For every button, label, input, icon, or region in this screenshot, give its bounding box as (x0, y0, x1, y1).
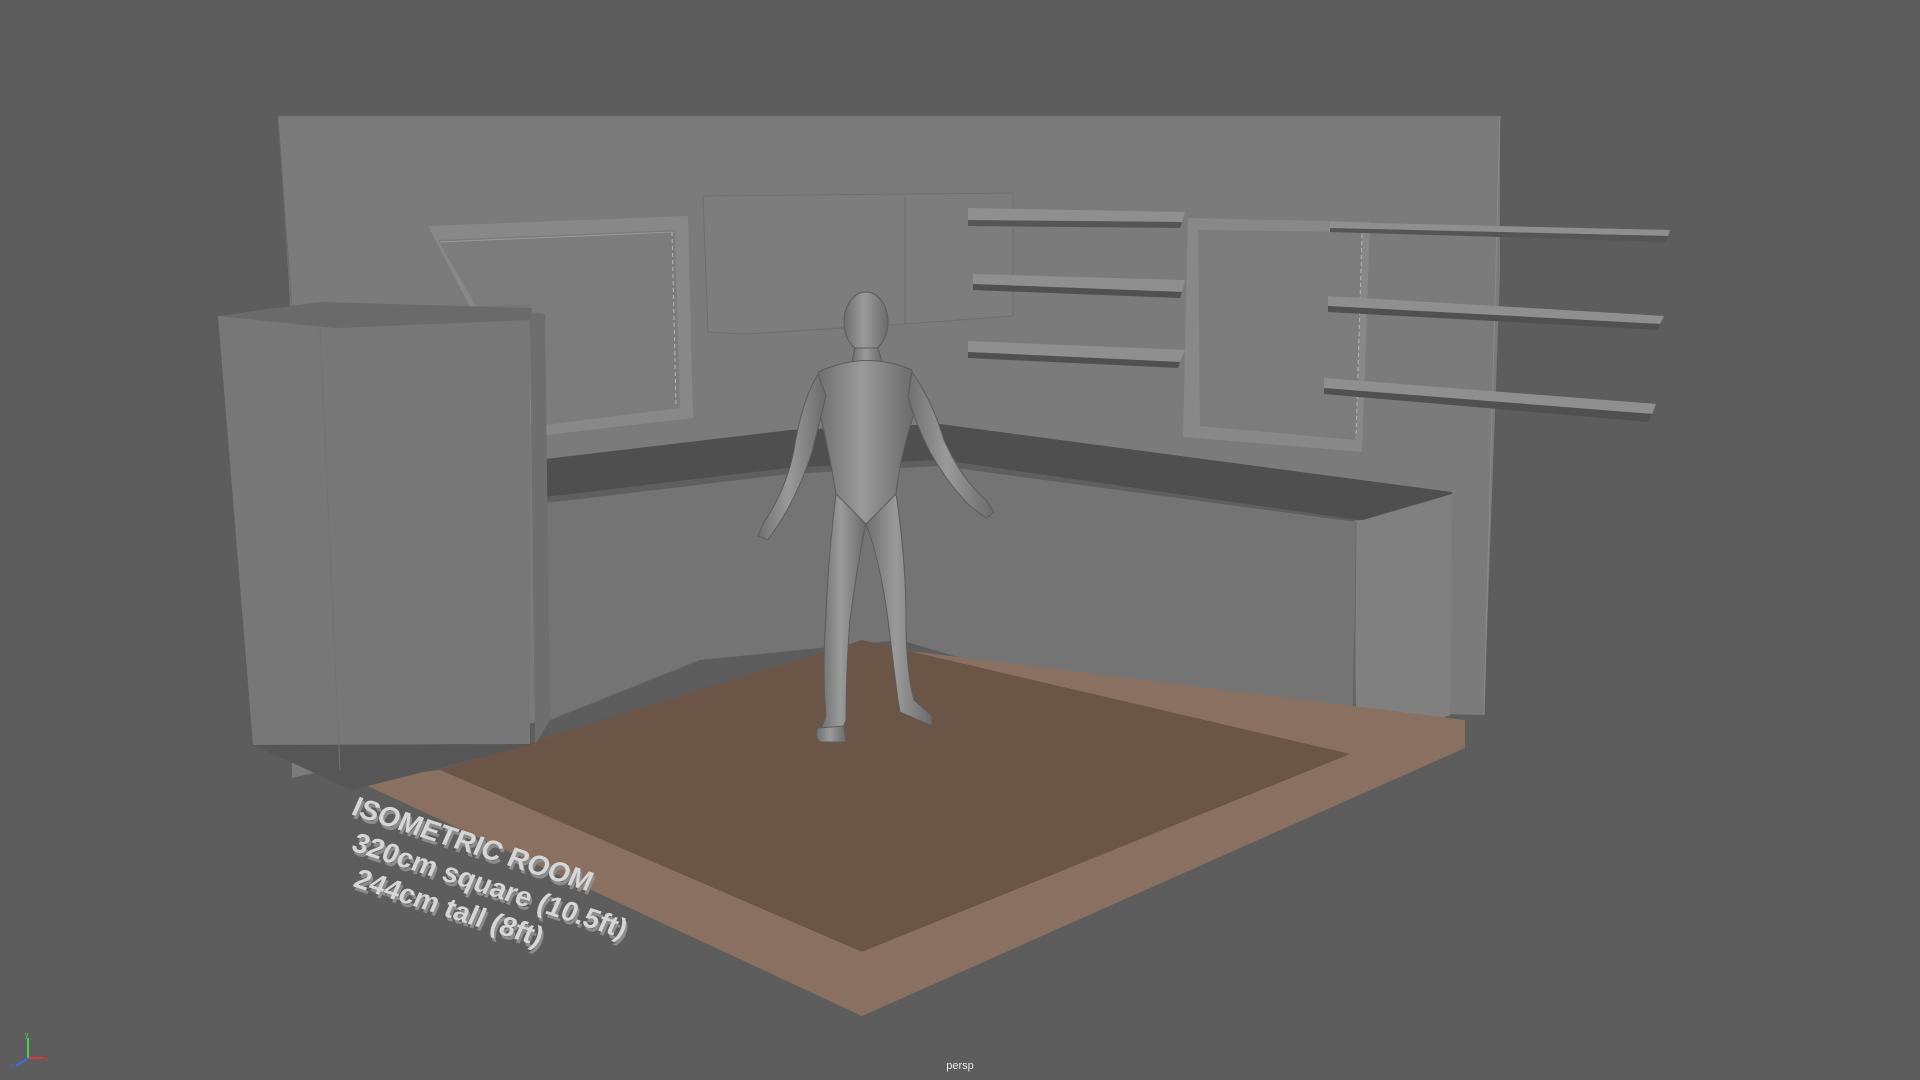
maya-perspective-viewport[interactable]: ISOMETRIC ROOM ISOMETRIC ROOM 320cm squa… (0, 0, 1920, 1080)
right-window (1183, 218, 1370, 452)
camera-name-label: persp (946, 1060, 974, 1072)
refrigerator-block (218, 302, 550, 790)
room-scene[interactable]: ISOMETRIC ROOM ISOMETRIC ROOM 320cm squa… (0, 0, 1920, 1080)
y-axis-label: y (25, 1032, 29, 1039)
